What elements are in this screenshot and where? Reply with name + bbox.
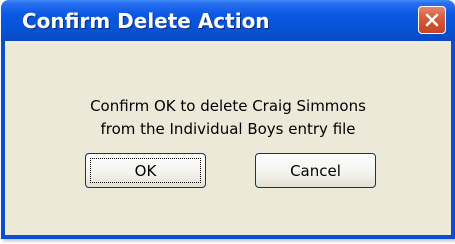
title-bar[interactable]: Confirm Delete Action: [1, 0, 455, 41]
cancel-button-label: Cancel: [290, 161, 341, 180]
focus-rectangle: [90, 158, 201, 183]
message-line-1: Confirm OK to delete Craig Simmons: [90, 97, 366, 115]
confirm-delete-dialog: Confirm Delete Action Confirm OK to dele…: [1, 0, 455, 239]
close-icon: [424, 12, 440, 28]
dialog-message: Confirm OK to delete Craig Simmons from …: [5, 95, 451, 141]
message-line-2: from the Individual Boys entry file: [100, 120, 356, 138]
close-button[interactable]: [418, 6, 446, 34]
cancel-button[interactable]: Cancel: [255, 153, 376, 188]
ok-button[interactable]: OK: [85, 153, 206, 188]
dialog-title: Confirm Delete Action: [22, 9, 270, 33]
